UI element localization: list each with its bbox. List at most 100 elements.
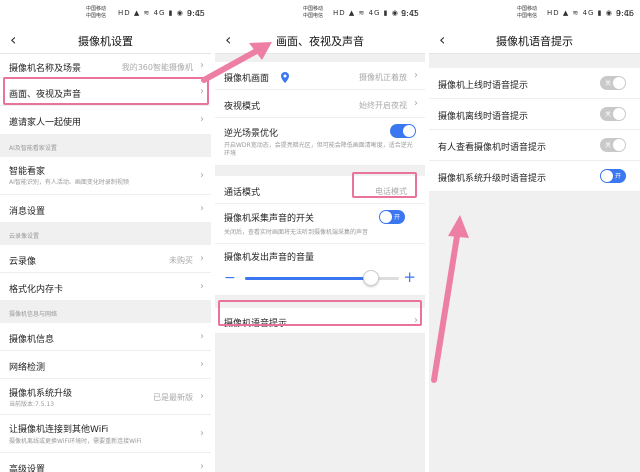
chevron-right-icon: › — [200, 253, 204, 264]
location-pin-icon — [281, 68, 289, 83]
carrier-1: 中国移动 — [517, 6, 538, 12]
chevron-right-icon: › — [200, 114, 204, 125]
status-time: 9:46 — [616, 9, 634, 18]
format-card-row[interactable]: 格式化内存卡 › — [0, 273, 211, 301]
carrier-1: 中国移动 — [86, 6, 107, 12]
voice-item-row: 摄像机离线时语音提示 关 — [429, 99, 640, 130]
row-label: 消息设置 — [9, 207, 46, 217]
chevron-right-icon: › — [200, 60, 204, 71]
carrier-2: 中国电信 — [517, 13, 538, 19]
voice-prompt-screen: 中国移动 中国电信 HD ▲ ≋ 4G ▮ ◉ ▯ ▢ 9:46 ‹ 摄像机语音… — [429, 0, 640, 472]
mic-toggle[interactable]: 开 — [379, 210, 405, 224]
chevron-right-icon: › — [200, 359, 204, 370]
row-label: 格式化内存卡 — [9, 285, 64, 295]
status-time: 9:45 — [187, 9, 205, 18]
name-location-row[interactable]: 摄像机名称及场景 我的360智能摄像机 › — [0, 54, 211, 78]
row-label: 让摄像机连接到其他WiFi — [9, 425, 109, 435]
chevron-right-icon: › — [200, 170, 204, 181]
row-sublabel: 关闭后，查看实时画面将无法听到摄像机端采集的声音 — [224, 229, 369, 236]
system-upgrade-row[interactable]: 摄像机系统升级 当前版本:7.5.13 已是最新版 › — [0, 379, 211, 415]
row-label: 云录像 — [9, 257, 37, 267]
highlight-box — [218, 300, 422, 326]
camera-info-row[interactable]: 摄像机信息 › — [0, 323, 211, 351]
volume-slider[interactable] — [245, 270, 399, 286]
row-value: 始终开启夜视 — [359, 101, 407, 110]
status-bar: 中国移动 中国电信 HD ▲ ≋ 4G ▮ ◉ ▯ ▢ 9:45 — [0, 0, 211, 26]
wifi-row[interactable]: 让摄像机连接到其他WiFi 摄像机离线或更换WiFi环境时，需要重新连接WiFi… — [0, 415, 211, 453]
cloud-record-row[interactable]: 云录像 未购买 › — [0, 245, 211, 273]
highlight-box — [352, 172, 417, 198]
nav-bar: ‹ 画面、夜视及声音 — [215, 26, 425, 54]
row-label: 摄像机系统升级 — [9, 389, 73, 399]
voice-item-toggle[interactable]: 关 — [600, 138, 626, 152]
highlight-box — [3, 77, 209, 105]
camera-picture-row[interactable]: 摄像机画面 摄像机正着放 › — [215, 62, 425, 90]
volume-minus-icon[interactable]: − — [224, 270, 236, 286]
row-value: 我的360智能摄像机 — [121, 63, 193, 72]
status-time: 9:45 — [401, 9, 419, 18]
volume-fill — [245, 277, 372, 280]
row-value: 未购买 — [169, 256, 193, 265]
chevron-right-icon: › — [200, 203, 204, 214]
section-header: AI及智能看家设置 — [0, 135, 211, 157]
volume-row: 摄像机发出声音的音量 − + — [215, 244, 425, 296]
carrier-2: 中国电信 — [86, 13, 107, 19]
row-label: 有人查看摄像机时语音提示 — [438, 143, 547, 153]
camera-settings-screen: 中国移动 中国电信 HD ▲ ≋ 4G ▮ ◉ ▯ ▢ 9:45 ‹ 摄像机设置… — [0, 0, 211, 472]
row-sublabel: AI智能识别，有人活动、画面变化时录制视频 — [9, 179, 129, 186]
page-title: 摄像机设置 — [78, 35, 133, 48]
advanced-settings-row[interactable]: 高级设置 › — [0, 453, 211, 472]
mic-switch-row: 摄像机采集声音的开关 关闭后，查看实时画面将无法听到摄像机端采集的声音 开 — [215, 204, 425, 244]
row-label: 摄像机名称及场景 — [9, 64, 82, 74]
backlight-row: 逆光场景优化 开启WDR宽动态，会提亮暗光区，但可能会降低画面清晰度，适合逆光环… — [215, 118, 425, 166]
chevron-right-icon: › — [414, 98, 418, 109]
picture-night-sound-screen: 中国移动 中国电信 HD ▲ ≋ 4G ▮ ◉ ▯ ▢ 9:45 ‹ 画面、夜视… — [215, 0, 425, 472]
volume-knob[interactable] — [363, 270, 380, 286]
voice-item-toggle[interactable]: 关 — [600, 107, 626, 121]
nav-bar: ‹ 摄像机设置 — [0, 26, 211, 54]
row-label: 摄像机画面 — [224, 74, 270, 84]
status-bar: 中国移动 中国电信 HD ▲ ≋ 4G ▮ ◉ ▯ ▢ 9:45 — [215, 0, 425, 26]
chevron-right-icon: › — [200, 461, 204, 472]
backlight-toggle[interactable] — [390, 124, 416, 138]
row-sublabel: 摄像机离线或更换WiFi环境时，需要重新连接WiFi — [9, 438, 142, 445]
row-label: 夜视模式 — [224, 102, 261, 112]
row-label: 摄像机上线时语音提示 — [438, 81, 529, 91]
page-title: 摄像机语音提示 — [496, 35, 573, 48]
page-title: 画面、夜视及声音 — [276, 35, 364, 48]
row-label: 通话模式 — [224, 188, 261, 198]
carrier-2: 中国电信 — [303, 13, 324, 19]
status-bar: 中国移动 中国电信 HD ▲ ≋ 4G ▮ ◉ ▯ ▢ 9:46 — [429, 0, 640, 26]
network-test-row[interactable]: 网络检测 › — [0, 351, 211, 379]
row-label: 摄像机信息 — [9, 335, 55, 345]
section-header: 云录像设置 — [0, 223, 211, 245]
row-sublabel: 当前版本:7.5.13 — [9, 401, 55, 408]
invite-family-row[interactable]: 邀请家人一起使用 › — [0, 106, 211, 135]
voice-item-row: 摄像机系统升级时语音提示 开 — [429, 161, 640, 192]
row-label: 网络检测 — [9, 363, 46, 373]
row-label: 摄像机发出声音的音量 — [224, 253, 315, 263]
message-settings-row[interactable]: 消息设置 › — [0, 195, 211, 223]
voice-item-row: 有人查看摄像机时语音提示 关 — [429, 130, 640, 161]
smart-watch-row[interactable]: 智能看家 AI智能识别，有人活动、画面变化时录制视频 › — [0, 157, 211, 195]
carrier-1: 中国移动 — [303, 6, 324, 12]
nav-bar: ‹ 摄像机语音提示 — [429, 26, 640, 54]
chevron-right-icon: › — [200, 281, 204, 292]
row-label: 智能看家 — [9, 167, 46, 177]
night-mode-row[interactable]: 夜视模式 始终开启夜视 › — [215, 90, 425, 118]
row-label: 邀请家人一起使用 — [9, 118, 82, 128]
row-label: 摄像机离线时语音提示 — [438, 112, 529, 122]
chevron-right-icon: › — [414, 70, 418, 81]
chevron-right-icon: › — [200, 391, 204, 402]
row-value: 已是最新版 — [153, 393, 193, 402]
row-label: 摄像机采集声音的开关 — [224, 214, 315, 224]
row-label: 摄像机系统升级时语音提示 — [438, 174, 547, 184]
row-label: 高级设置 — [9, 465, 46, 472]
chevron-right-icon: › — [200, 331, 204, 342]
volume-plus-icon[interactable]: + — [403, 268, 416, 286]
chevron-right-icon: › — [200, 428, 204, 439]
row-sublabel: 开启WDR宽动态，会提亮暗光区，但可能会降低画面清晰度，适合逆光环境 — [224, 142, 413, 157]
row-label: 逆光场景优化 — [224, 129, 279, 139]
voice-item-toggle[interactable]: 开 — [600, 169, 626, 183]
voice-item-toggle[interactable]: 关 — [600, 76, 626, 90]
